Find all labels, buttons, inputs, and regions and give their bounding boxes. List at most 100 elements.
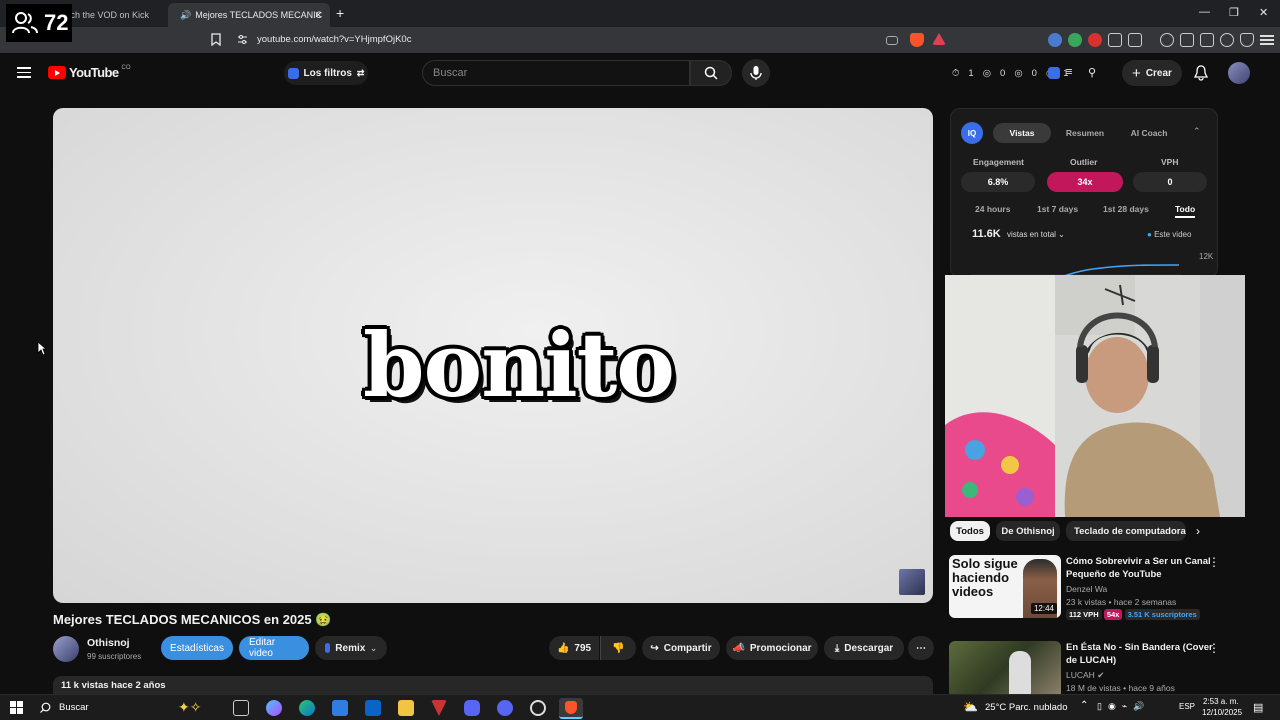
collapse-chevron-icon[interactable]: ⌃ bbox=[1193, 126, 1201, 137]
outlook-icon[interactable] bbox=[365, 700, 381, 716]
copilot-icon[interactable] bbox=[266, 700, 282, 716]
notifications-bell-icon[interactable] bbox=[1194, 65, 1208, 81]
recommended-video-thumbnail[interactable] bbox=[949, 641, 1061, 694]
tab-kick-vod[interactable]: tch the VOD on Kick bbox=[60, 3, 164, 27]
brave-shields-icon[interactable] bbox=[910, 33, 924, 47]
teams-icon[interactable] bbox=[464, 700, 480, 716]
period-28d[interactable]: 1st 28 days bbox=[1103, 204, 1149, 214]
chip-all[interactable]: Todos bbox=[950, 521, 990, 541]
edge-icon[interactable] bbox=[299, 700, 315, 716]
like-button[interactable]: 👍 795 bbox=[549, 636, 599, 660]
avatar[interactable] bbox=[1228, 62, 1250, 84]
recommended-video-title[interactable]: Cómo Sobrevivir a Ser un Canal Pequeño d… bbox=[1066, 555, 1214, 581]
close-window-button[interactable]: ✕ bbox=[1259, 6, 1268, 19]
extension-2-icon[interactable] bbox=[1068, 33, 1082, 47]
extensions-puzzle-icon[interactable] bbox=[1108, 33, 1122, 47]
restore-button[interactable]: ❐ bbox=[1229, 6, 1239, 19]
period-all[interactable]: Todo bbox=[1175, 204, 1196, 218]
chip-topic[interactable]: Teclado de computadora bbox=[1066, 521, 1186, 541]
tray-chevron-icon[interactable]: ⌃ bbox=[1080, 700, 1088, 711]
extension-1-icon[interactable] bbox=[1048, 33, 1062, 47]
brave-taskbar-icon[interactable] bbox=[559, 698, 583, 719]
search-button[interactable] bbox=[690, 60, 732, 86]
channel-avatar[interactable] bbox=[53, 636, 79, 662]
period-24h[interactable]: 24 hours bbox=[975, 204, 1010, 214]
edit-video-button[interactable]: Editar video bbox=[239, 636, 309, 660]
vidiq-header-stats[interactable]: ⏱1 ◎0 ◎0 ◉1 bbox=[946, 60, 1106, 86]
close-tab-icon[interactable]: ✕ bbox=[314, 10, 322, 21]
recommended-channel[interactable]: Denzel Wa bbox=[1066, 584, 1107, 594]
tab-resumen[interactable]: Resumen bbox=[1057, 123, 1113, 143]
media-controls-icon[interactable] bbox=[1160, 33, 1174, 47]
leo-ai-icon[interactable] bbox=[1220, 33, 1234, 47]
extension-pin-icon[interactable]: ⚲ bbox=[1088, 66, 1096, 79]
tab-label: Mejores TECLADOS MECANIC bbox=[195, 10, 323, 20]
filters-button[interactable]: Los filtros ⇄ bbox=[284, 61, 368, 85]
chevron-right-icon[interactable]: › bbox=[1196, 524, 1200, 538]
bookmark-icon[interactable] bbox=[211, 33, 221, 46]
vidiq-badge-icon[interactable] bbox=[1048, 67, 1060, 79]
thumbs-up-icon: 👍 bbox=[556, 642, 570, 654]
weather-icon: ⛅ bbox=[963, 700, 978, 714]
dislike-button[interactable]: 👎 bbox=[600, 636, 636, 660]
youtube-play-icon bbox=[48, 66, 66, 79]
more-actions-button[interactable]: ⋯ bbox=[908, 636, 934, 660]
menu-icon[interactable] bbox=[1260, 33, 1274, 47]
recommended-video-title[interactable]: En Ésta No - Sin Bandera (Cover de LUCAH… bbox=[1066, 641, 1214, 667]
task-view-icon[interactable] bbox=[233, 700, 249, 716]
sidebar-icon[interactable] bbox=[1180, 33, 1194, 47]
channel-watermark[interactable] bbox=[899, 569, 925, 595]
notification-center-icon[interactable]: ▤ bbox=[1253, 701, 1263, 714]
tray-icons[interactable]: ▯◉⌁🔊 bbox=[1097, 701, 1150, 712]
discord-icon[interactable] bbox=[497, 700, 513, 716]
file-explorer-icon[interactable] bbox=[398, 700, 414, 716]
extension-3-icon[interactable] bbox=[1088, 33, 1102, 47]
weather-status[interactable]: 25°C Parc. nublado bbox=[985, 702, 1068, 713]
share-icon: ↪ bbox=[650, 642, 659, 654]
tab-ai-coach[interactable]: AI Coach bbox=[1119, 123, 1179, 143]
vpn-icon[interactable] bbox=[1240, 33, 1254, 47]
tab-vistas[interactable]: Vistas bbox=[993, 123, 1051, 143]
period-7d[interactable]: 1st 7 days bbox=[1037, 204, 1078, 214]
country-code: CO bbox=[121, 64, 131, 71]
clock-date[interactable]: 12/10/2025 bbox=[1202, 708, 1242, 717]
hamburger-menu-icon[interactable] bbox=[17, 67, 31, 78]
windows-start-icon[interactable] bbox=[10, 701, 23, 714]
extension-4-icon[interactable] bbox=[1128, 33, 1142, 47]
download-button[interactable]: ⤓ Descargar bbox=[824, 636, 904, 660]
create-button[interactable]: + Crear bbox=[1122, 60, 1182, 86]
clock-time[interactable]: 2:53 a. m. bbox=[1203, 697, 1239, 706]
language-indicator[interactable]: ESP bbox=[1179, 702, 1195, 711]
obs-icon[interactable] bbox=[530, 700, 546, 716]
voice-search-button[interactable] bbox=[742, 59, 770, 87]
url-field[interactable]: youtube.com/watch?v=YHjmpfOjK0c bbox=[257, 34, 411, 45]
wallet-icon[interactable] bbox=[1200, 33, 1214, 47]
more-options-icon[interactable]: ⋮ bbox=[1208, 555, 1220, 569]
cast-icon[interactable] bbox=[886, 36, 898, 45]
site-settings-icon[interactable] bbox=[237, 34, 248, 45]
legend-dot-icon: ● bbox=[1147, 230, 1152, 239]
brave-rewards-icon[interactable] bbox=[932, 33, 946, 45]
channel-name[interactable]: Othisnoj bbox=[87, 637, 130, 649]
promote-button[interactable]: 📣 Promocionar bbox=[726, 636, 818, 660]
store-icon[interactable] bbox=[332, 700, 348, 716]
search-input[interactable]: Buscar bbox=[422, 60, 690, 86]
tab-youtube-video[interactable]: 🔊 Mejores TECLADOS MECANIC ✕ bbox=[168, 3, 330, 27]
more-options-icon[interactable]: ⋮ bbox=[1208, 641, 1220, 655]
chip-from-channel[interactable]: De Othisnoj bbox=[996, 521, 1060, 541]
tab-label: tch the VOD on Kick bbox=[68, 10, 150, 20]
remix-button[interactable]: Remix ⌄ bbox=[315, 636, 387, 660]
recommended-video-thumbnail[interactable]: Solo sigue haciendo videos 12:44 bbox=[949, 555, 1061, 618]
video-player[interactable]: bonito bbox=[53, 108, 933, 603]
recommended-channel[interactable]: LUCAH ✔ bbox=[1066, 670, 1104, 681]
taskbar-search[interactable]: Buscar bbox=[59, 702, 89, 713]
minimize-button[interactable]: — bbox=[1199, 6, 1210, 18]
views-dropdown[interactable]: vistas en total ⌄ bbox=[1007, 230, 1065, 239]
valorant-icon[interactable] bbox=[431, 700, 447, 716]
taskbar: Buscar ✦✧ ⛅ 25°C Parc. nublado ⌃ ▯◉⌁🔊 ES… bbox=[0, 694, 1280, 720]
list-icon[interactable]: ≡ bbox=[1066, 66, 1072, 78]
youtube-logo[interactable]: YouTube CO bbox=[48, 65, 130, 80]
share-button[interactable]: ↪ Compartir bbox=[642, 636, 720, 660]
new-tab-button[interactable]: + bbox=[336, 5, 344, 21]
stats-button[interactable]: Estadísticas bbox=[161, 636, 233, 660]
